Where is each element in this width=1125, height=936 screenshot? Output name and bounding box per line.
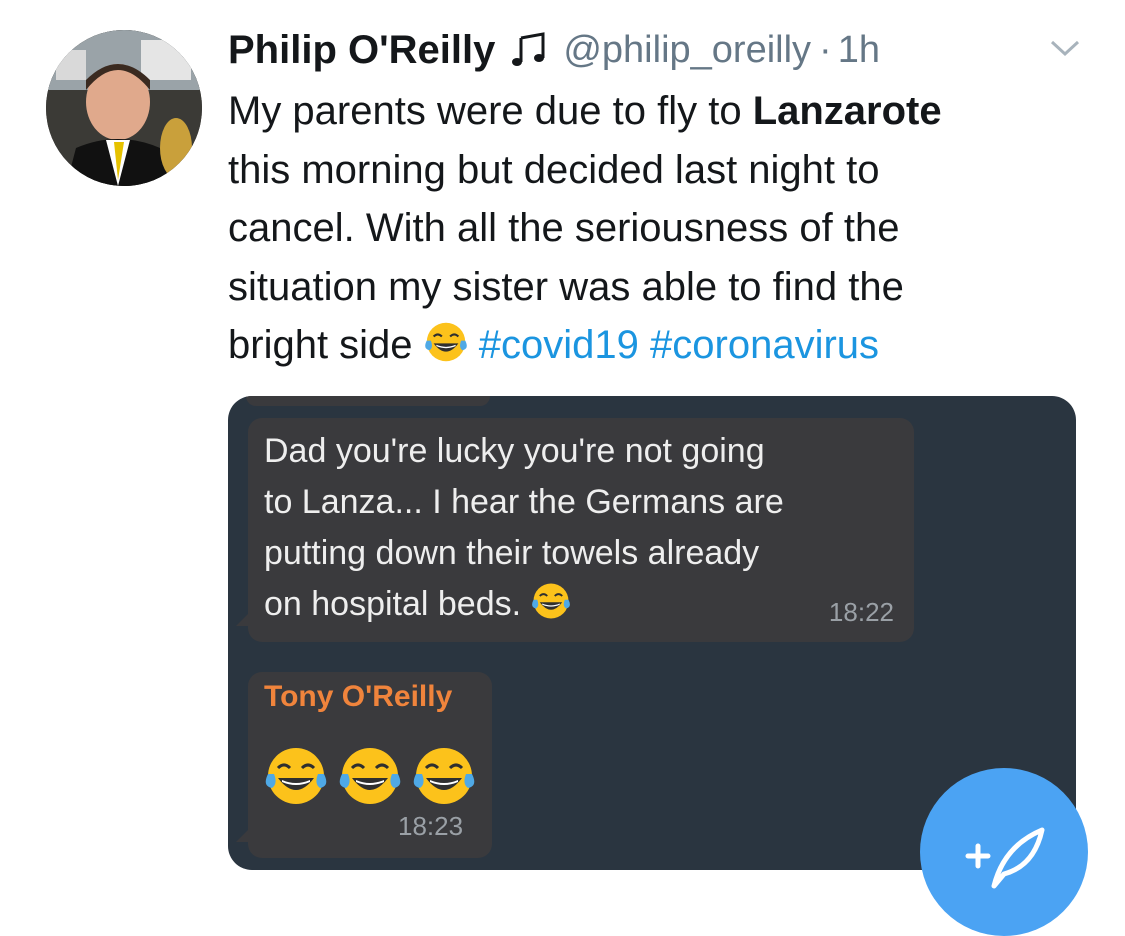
tweet-header: Philip O'Reilly @philip_oreilly · 1h bbox=[228, 22, 1088, 78]
tweet-line: this morning but decided last night to bbox=[228, 147, 880, 192]
tears-of-joy-emoji-icon bbox=[339, 748, 401, 804]
tears-of-joy-emoji-icon bbox=[413, 748, 475, 804]
hashtag-coronavirus[interactable]: #coronavirus bbox=[650, 323, 879, 367]
tweet-line: My parents were due to fly to Lanzarote bbox=[228, 89, 942, 133]
bubble-tail bbox=[236, 828, 250, 842]
separator-dot: · bbox=[819, 28, 832, 71]
previous-message-bubble bbox=[246, 396, 490, 406]
message-time: 18:22 bbox=[828, 597, 894, 627]
tears-of-joy-emoji-icon bbox=[424, 322, 467, 362]
bold-word: Lanzarote bbox=[752, 89, 942, 133]
emoji-row bbox=[264, 744, 476, 808]
chat-message-1: Dad you're lucky you're not going to Lan… bbox=[236, 418, 914, 642]
tears-of-joy-emoji-icon bbox=[531, 583, 570, 619]
compose-tweet-button[interactable] bbox=[920, 768, 1088, 936]
message-text: Dad you're lucky you're not going to Lan… bbox=[264, 432, 784, 623]
author-name[interactable]: Philip O'Reilly bbox=[228, 28, 495, 73]
tweet-time[interactable]: 1h bbox=[838, 29, 880, 72]
chevron-down-icon[interactable] bbox=[1048, 36, 1082, 60]
compose-feather-icon bbox=[965, 827, 1045, 889]
tears-of-joy-emoji-icon bbox=[265, 748, 327, 804]
sender-name: Tony O'Reilly bbox=[264, 680, 453, 713]
music-note-icon bbox=[509, 30, 549, 70]
tweet-line: cancel. With all the seriousness of the bbox=[228, 206, 900, 250]
hashtag-covid19[interactable]: #covid19 bbox=[479, 323, 639, 367]
author-handle[interactable]: @philip_oreilly bbox=[563, 29, 811, 72]
author-avatar[interactable] bbox=[46, 30, 202, 186]
bubble-tail bbox=[236, 612, 250, 626]
tweet-line: bright side #covid19 #coronavirus bbox=[228, 316, 1078, 375]
message-time: 18:23 bbox=[398, 811, 464, 841]
chat-message-2: Tony O'Reilly 18:23 bbox=[236, 672, 492, 858]
tweet-text: My parents were due to fly to Lanzarote … bbox=[228, 82, 1078, 375]
tweet-line: situation my sister was able to find the bbox=[228, 264, 904, 309]
